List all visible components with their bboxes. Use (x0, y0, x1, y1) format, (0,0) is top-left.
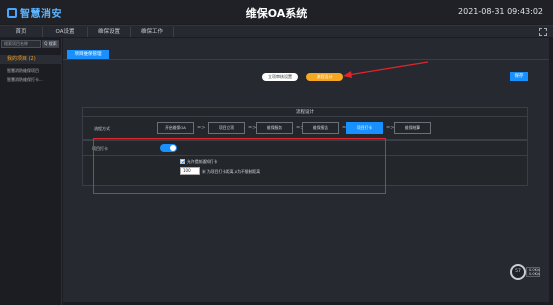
nav-home[interactable]: 首页 (0, 27, 42, 37)
highlight-annotation (93, 138, 386, 194)
tab-project-maintenance[interactable]: 项目维保管理 (67, 50, 109, 59)
fullscreen-icon[interactable] (539, 28, 547, 36)
flow-divider (82, 116, 528, 117)
flow-mode-label: 流程方式 (94, 126, 110, 131)
top-bar: 智慧消安 维保OA系统 2021-08-31 09:43:02 (0, 0, 553, 24)
flow-design-button[interactable]: 流程设计 (306, 73, 343, 81)
step-enable-oa[interactable]: 开启维保OA (157, 122, 194, 134)
nav-oa-settings[interactable]: OA设置 (43, 27, 87, 37)
nav-divider (173, 27, 174, 37)
search-input[interactable]: 搜索项目名称 (1, 40, 41, 48)
sidebar-item-clockin[interactable]: 智慧消防维保打卡... (7, 77, 43, 83)
tab-divider (63, 59, 549, 60)
flow-title: 流程设计 (296, 110, 314, 115)
step-project-setup[interactable]: 项目立项 (208, 122, 245, 134)
step-maintenance-settlement[interactable]: 维保结算 (394, 122, 431, 134)
nav-maintenance-work[interactable]: 维保工作 (131, 27, 173, 37)
datetime: 2021-08-31 09:43:02 (458, 7, 543, 16)
step-arrow: => (197, 125, 206, 131)
step-maintenance-service[interactable]: 维保服务 (256, 122, 293, 134)
sidebar-item-project[interactable]: 智慧消防维保项目 (7, 68, 39, 74)
approval-settings-button[interactable]: 立项审核设置 (262, 73, 298, 81)
step-maintenance-report[interactable]: 维保报告 (302, 122, 339, 134)
step-project-clockin[interactable]: 项目打卡 (346, 122, 383, 134)
gauge-percent: 57 (515, 269, 521, 274)
nav-maintenance-settings[interactable]: 维保设置 (88, 27, 130, 37)
network-speed: 0.0K/s 0.0K/s (526, 267, 540, 277)
search-button[interactable]: Q 搜索 (42, 40, 59, 48)
sidebar-group-my-projects[interactable]: 我的项目 (2) (0, 55, 61, 64)
save-button[interactable]: 保存 (510, 72, 528, 81)
download-speed: 0.0K/s (529, 272, 540, 276)
main-nav: 首页 OA设置 维保设置 维保工作 (0, 25, 553, 37)
network-gauge[interactable]: 57 (510, 264, 526, 280)
